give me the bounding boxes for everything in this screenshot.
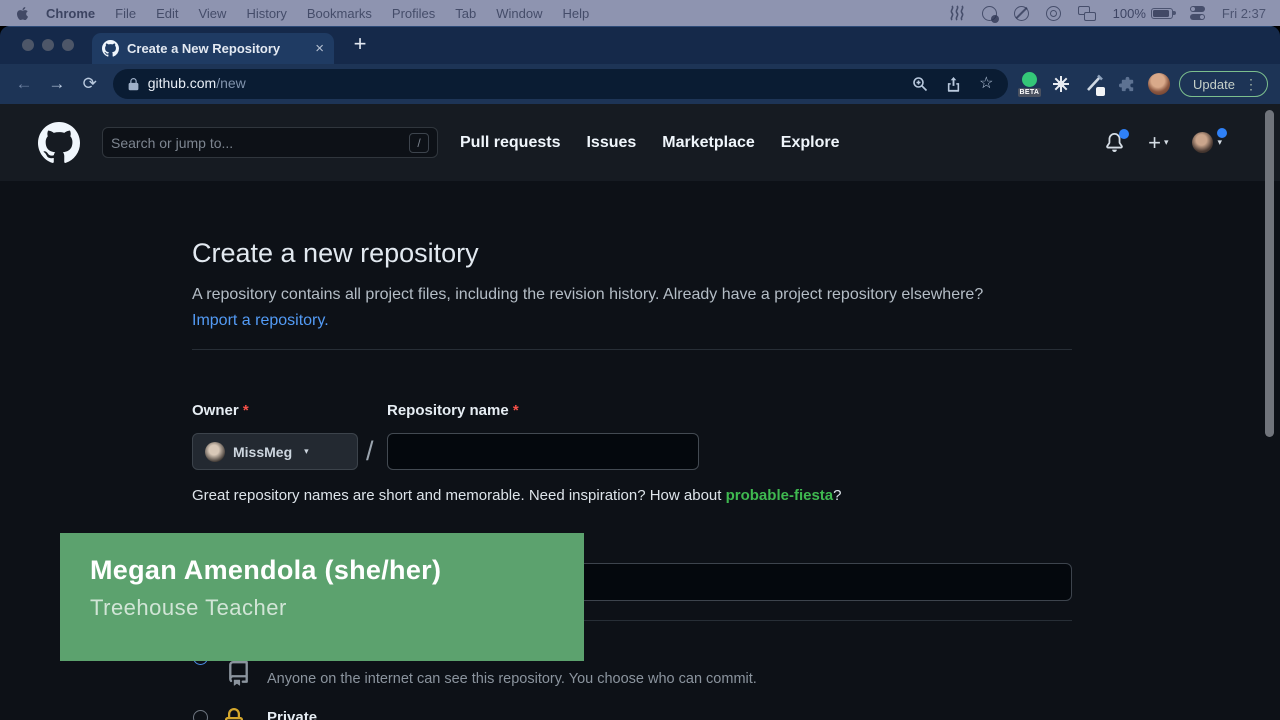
new-tab-button[interactable]: +	[346, 30, 374, 58]
menubar-items: Chrome File Edit View History Bookmarks Profil…	[46, 6, 589, 21]
control-center-icon[interactable]	[1190, 6, 1205, 20]
public-option-description: Anyone on the internet can see this repo…	[267, 671, 757, 687]
do-not-disturb-icon[interactable]	[1014, 6, 1029, 21]
owner-label: Owner *	[192, 402, 249, 419]
required-asterisk: *	[513, 402, 519, 419]
page-scrollbar-thumb[interactable]	[1265, 110, 1274, 437]
apple-menu-icon[interactable]	[14, 6, 30, 21]
chevron-down-icon: ▾	[1217, 137, 1222, 148]
url-path: /new	[216, 75, 246, 91]
browser-menu-icon[interactable]: ⋮	[1244, 76, 1258, 93]
battery-indicator[interactable]: 100%	[1113, 6, 1173, 21]
github-avatar	[1192, 132, 1213, 153]
zoom-page-icon[interactable]	[912, 76, 928, 92]
search-shortcut-badge: /	[409, 133, 429, 153]
import-repository-link[interactable]: Import a repository.	[192, 312, 329, 329]
create-new-button[interactable]: + ▾	[1148, 130, 1168, 156]
screen-mirroring-icon[interactable]	[1078, 6, 1096, 21]
waves-icon[interactable]	[950, 5, 965, 22]
bookmark-star-icon[interactable]: ☆	[979, 76, 993, 92]
update-browser-button[interactable]: Update ⋮	[1179, 71, 1268, 97]
browser-window: Create a New Repository × + ← → ⟳ github…	[0, 26, 1280, 720]
beta-extension-icon[interactable]: BETA	[1017, 71, 1041, 97]
menubar-item-bookmarks[interactable]: Bookmarks	[307, 6, 372, 21]
menubar-item-history[interactable]: History	[246, 6, 286, 21]
close-tab-icon[interactable]: ×	[315, 41, 324, 56]
wallet-status-icon[interactable]	[982, 6, 997, 21]
macos-menubar: Chrome File Edit View History Bookmarks Profil…	[0, 0, 1280, 26]
repository-name-label: Repository name *	[387, 402, 519, 419]
menubar-item-edit[interactable]: Edit	[156, 6, 178, 21]
chevron-down-icon: ▾	[1164, 137, 1169, 148]
owner-avatar	[205, 442, 225, 462]
pen-tool-extension-icon[interactable]	[1082, 71, 1106, 97]
github-logo[interactable]	[38, 122, 80, 164]
battery-icon	[1151, 8, 1173, 19]
menubar-item-file[interactable]: File	[115, 6, 136, 21]
close-window-button[interactable]	[22, 39, 34, 51]
browser-tab[interactable]: Create a New Repository ×	[92, 33, 334, 64]
window-controls	[22, 39, 74, 51]
github-nav: Pull requests Issues Marketplace Explore	[460, 134, 839, 152]
chevron-down-icon: ▾	[304, 446, 309, 457]
private-lock-icon	[222, 708, 246, 720]
avatar-notification-dot	[1217, 128, 1227, 138]
menubar-item-profiles[interactable]: Profiles	[392, 6, 435, 21]
reload-button[interactable]: ⟳	[78, 74, 102, 94]
github-nav-issues[interactable]: Issues	[586, 134, 636, 152]
github-nav-explore[interactable]: Explore	[781, 134, 840, 152]
menubar-item-help[interactable]: Help	[563, 6, 590, 21]
app-status-icon[interactable]	[1046, 6, 1061, 21]
owner-repo-separator: /	[366, 436, 374, 467]
browser-tab-strip: Create a New Repository × +	[0, 26, 1280, 64]
private-option-label[interactable]: Private	[267, 709, 317, 720]
menubar-item-tab[interactable]: Tab	[455, 6, 476, 21]
section-divider	[192, 349, 1072, 350]
github-search-input[interactable]	[111, 135, 409, 151]
repository-name-input[interactable]	[387, 433, 699, 470]
zoom-window-button[interactable]	[62, 39, 74, 51]
menubar-clock[interactable]: Fri 2:37	[1222, 6, 1266, 21]
share-icon[interactable]	[946, 76, 961, 92]
repo-book-icon	[226, 661, 251, 686]
suggested-repo-name-link[interactable]: probable-fiesta	[726, 487, 834, 504]
owner-dropdown[interactable]: MissMeg ▾	[192, 433, 358, 470]
presenter-role: Treehouse Teacher	[90, 595, 584, 621]
settings-flower-extension-icon[interactable]	[1049, 71, 1073, 97]
github-favicon	[102, 40, 119, 57]
url-host: github.com	[148, 75, 216, 91]
minimize-window-button[interactable]	[42, 39, 54, 51]
browser-toolbar: ← → ⟳ github.com/new ☆ BETA	[0, 64, 1280, 104]
presenter-overlay: Megan Amendola (she/her) Treehouse Teach…	[60, 533, 584, 661]
menubar-item-window[interactable]: Window	[496, 6, 542, 21]
back-button[interactable]: ←	[12, 74, 36, 94]
profile-menu-button[interactable]: ▾	[1192, 132, 1222, 153]
menubar-item-chrome[interactable]: Chrome	[46, 6, 95, 21]
notifications-button[interactable]	[1105, 133, 1124, 152]
private-radio[interactable]	[193, 710, 208, 720]
github-search-box: /	[102, 127, 438, 158]
intro-paragraph: A repository contains all project files,…	[192, 282, 1014, 334]
menubar-item-view[interactable]: View	[198, 6, 226, 21]
address-bar[interactable]: github.com/new ☆	[113, 69, 1008, 99]
lock-icon	[127, 78, 140, 91]
notification-dot	[1119, 129, 1129, 139]
tab-title: Create a New Repository	[127, 41, 307, 56]
github-header: / Pull requestsIssuesMarketplaceExplore …	[0, 104, 1280, 181]
battery-percent: 100%	[1113, 6, 1146, 21]
required-asterisk: *	[243, 402, 249, 419]
owner-name: MissMeg	[233, 444, 292, 460]
browser-profile-avatar[interactable]	[1148, 73, 1170, 95]
menubar-status: 100% Fri 2:37	[950, 5, 1266, 22]
forward-button[interactable]: →	[45, 74, 69, 94]
presenter-name: Megan Amendola (she/her)	[90, 555, 584, 586]
github-nav-pull-requests[interactable]: Pull requests	[460, 134, 560, 152]
repo-name-hint: Great repository names are short and mem…	[192, 487, 841, 504]
extensions-puzzle-icon[interactable]	[1115, 71, 1139, 97]
github-nav-marketplace[interactable]: Marketplace	[662, 134, 755, 152]
page-title: Create a new repository	[192, 238, 479, 269]
